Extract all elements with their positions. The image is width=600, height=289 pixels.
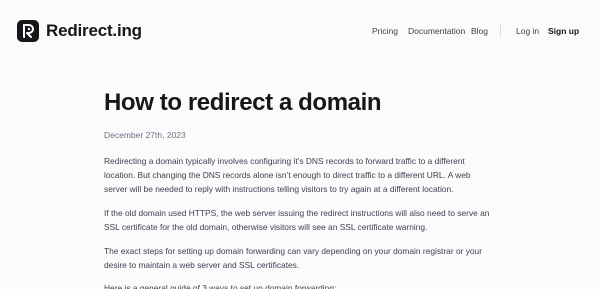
- paragraph-line: If the old domain used HTTPS, the web se…: [104, 208, 490, 218]
- paragraph-line: location. But changing the DNS records a…: [104, 170, 471, 180]
- redirect-logo-icon[interactable]: [17, 20, 39, 42]
- paragraph: If the old domain used HTTPS, the web se…: [104, 206, 504, 234]
- article-title: How to redirect a domain: [104, 89, 382, 116]
- paragraph-line: Redirecting a domain typically involves …: [104, 156, 465, 166]
- nav-link-documentation[interactable]: Documentation: [408, 24, 465, 38]
- paragraph: The exact steps for setting up domain fo…: [104, 244, 504, 272]
- article-date: December 27th, 2023: [104, 130, 186, 140]
- paragraph: Here is a general guide of 3 ways to set…: [104, 281, 504, 289]
- nav-link-blog[interactable]: Blog: [471, 24, 488, 38]
- login-link[interactable]: Log in: [516, 24, 539, 38]
- paragraph-line: desire to maintain a web server and SSL …: [104, 260, 300, 270]
- paragraph-line: SSL certificate for the old domain, othe…: [104, 222, 428, 232]
- nav-divider: [500, 25, 501, 37]
- brand-name[interactable]: Redirect.ing: [46, 20, 142, 42]
- paragraph-line: The exact steps for setting up domain fo…: [104, 246, 483, 256]
- paragraph-line: server will be needed to reply with inst…: [104, 184, 454, 194]
- site-header: Redirect.ing Pricing Documentation Blog …: [0, 0, 600, 62]
- signup-link[interactable]: Sign up: [548, 24, 579, 38]
- nav-link-pricing[interactable]: Pricing: [372, 24, 398, 38]
- paragraph-line: Here is a general guide of 3 ways to set…: [104, 283, 337, 289]
- paragraph: Redirecting a domain typically involves …: [104, 154, 504, 196]
